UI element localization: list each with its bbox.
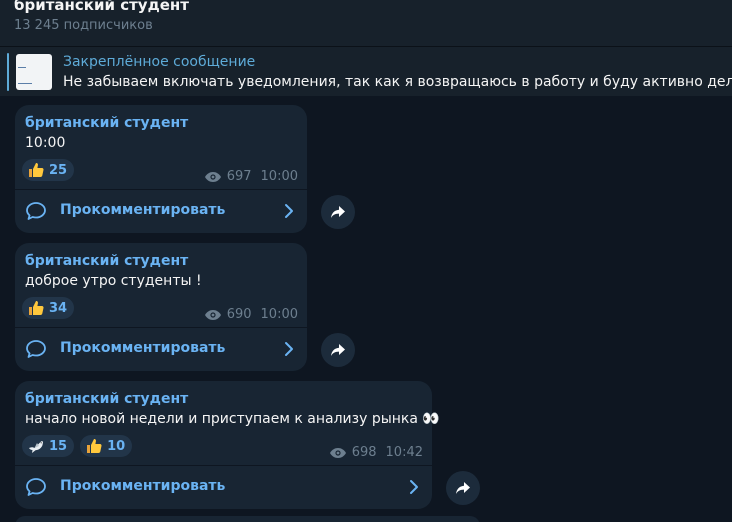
post-author[interactable]: британский студент <box>25 253 188 269</box>
thumbs-up-icon <box>27 161 45 179</box>
reaction-pill[interactable]: 10 <box>80 435 133 457</box>
channel-title: британский студент <box>14 0 189 14</box>
chevron-right-icon <box>410 480 418 494</box>
post-meta: 697 10:00 <box>204 169 298 184</box>
comment-bubble-icon <box>26 340 46 358</box>
post-bubble: британский студент доброе утро студенты … <box>15 243 307 371</box>
pinned-label: Закреплённое сообщение <box>63 54 256 70</box>
reaction-count: 15 <box>49 438 68 454</box>
post-time: 10:00 <box>260 169 298 184</box>
comment-button[interactable]: Прокомментировать <box>15 466 432 509</box>
post-time: 10:00 <box>260 307 298 322</box>
post-author[interactable]: британский студент <box>25 115 188 131</box>
pinned-message[interactable]: Закреплённое сообщение Не забываем включ… <box>0 46 732 96</box>
comment-button[interactable]: Прокомментировать <box>15 328 307 371</box>
pinned-thumbnail <box>16 54 52 90</box>
reaction-pill[interactable]: 15 <box>22 435 75 457</box>
comment-bubble-icon <box>26 202 46 220</box>
views-count: 698 <box>351 445 377 460</box>
share-button[interactable] <box>321 333 355 367</box>
share-arrow-icon <box>456 482 470 494</box>
comment-label: Прокомментировать <box>60 202 226 218</box>
reaction-count: 34 <box>49 300 68 316</box>
views-eye-icon <box>204 171 221 182</box>
comment-label: Прокомментировать <box>60 340 226 356</box>
views-eye-icon <box>204 309 221 320</box>
share-arrow-icon <box>331 206 345 218</box>
comment-label: Прокомментировать <box>60 478 226 494</box>
post-bubble: британский студент 10:00 25 697 10:00 Пр… <box>15 105 307 233</box>
reactions-bar: 25 <box>22 159 75 181</box>
share-arrow-icon <box>331 344 345 356</box>
post-text: доброе утро студенты ! <box>25 273 202 289</box>
reaction-pill[interactable]: 25 <box>22 159 75 181</box>
pinned-text: Не забываем включать уведомления, так ка… <box>63 74 732 90</box>
post-text: 10:00 <box>25 135 66 151</box>
views-eye-icon <box>329 447 346 458</box>
channel-header[interactable]: британский студент 13 245 подписчиков <box>0 0 732 46</box>
subscriber-count: 13 245 подписчиков <box>14 18 153 33</box>
post-meta: 698 10:42 <box>329 445 423 460</box>
post-meta: 690 10:00 <box>204 307 298 322</box>
share-button[interactable] <box>321 195 355 229</box>
post-author[interactable]: британский студент <box>25 391 188 407</box>
post-text: начало новой недели и приступаем к анали… <box>25 411 440 427</box>
thumbs-up-icon <box>27 299 45 317</box>
reactions-bar: 34 <box>22 297 75 319</box>
views-count: 690 <box>226 307 252 322</box>
post-bubble-partial <box>15 516 480 522</box>
reaction-count: 25 <box>49 162 68 178</box>
reaction-pill[interactable]: 34 <box>22 297 75 319</box>
share-button[interactable] <box>446 471 480 505</box>
comment-button[interactable]: Прокомментировать <box>15 190 307 233</box>
views-count: 697 <box>226 169 252 184</box>
thumbs-up-icon <box>85 437 103 455</box>
dove-icon <box>27 437 45 455</box>
reaction-count: 10 <box>107 438 126 454</box>
pinned-indicator-bar <box>7 53 9 91</box>
comment-bubble-icon <box>26 478 46 496</box>
post-bubble: британский студент начало новой недели и… <box>15 381 440 509</box>
reactions-bar: 15 10 <box>22 435 133 457</box>
chevron-right-icon <box>285 342 293 356</box>
post-time: 10:42 <box>385 445 423 460</box>
chevron-right-icon <box>285 204 293 218</box>
